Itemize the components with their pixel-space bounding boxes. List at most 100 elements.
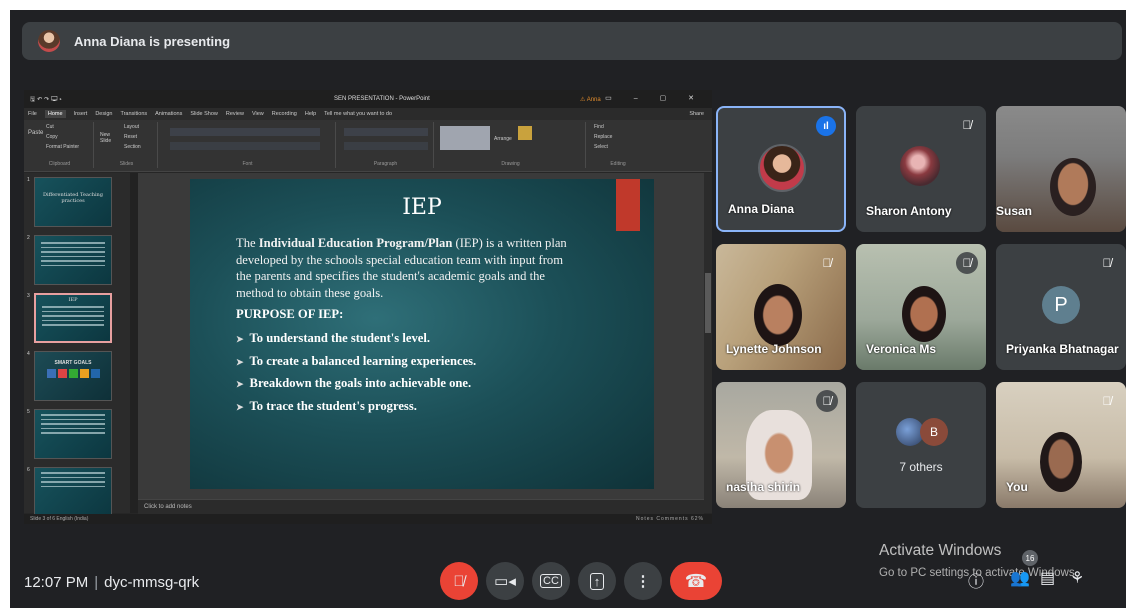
menu-transitions: Transitions [120,111,148,117]
present-button[interactable]: ↑ [578,562,616,600]
participant-tile-anna[interactable]: ıl Anna Diana [716,106,846,232]
ppt-statusbar: Slide 3 of 6 English (India) Notes Comme… [24,514,712,524]
meeting-info: 12:07 PM | dyc-mmsg-qrk [24,574,199,591]
menu-home: Home [44,110,66,118]
participant-tile-sharon[interactable]: 🎙̸ Sharon Antony [856,106,986,232]
find-button: Find [594,124,604,130]
mic-off-icon: 🎙̸ [962,118,972,132]
thumbnail-slide-6 [34,467,112,517]
participant-tile-lynette[interactable]: 🎙̸ Lynette Johnson [716,244,846,370]
reset-button: Reset [124,134,138,140]
participant-name: Lynette Johnson [726,342,822,356]
thumbnail-slide-5 [34,409,112,459]
sharon-avatar [900,146,940,186]
thumbnail-scrollbar [130,173,138,513]
menu-design: Design [95,111,113,117]
more-options-button[interactable]: ⋮ [624,562,662,600]
ribbon-paragraph: Paragraph [338,122,434,168]
presenting-text: Anna Diana is presenting [74,33,231,49]
bullet-item: ➤ Breakdown the goals into achievable one… [236,376,476,399]
mic-off-icon: 🎙̸ [956,252,978,274]
present-icon: ↑ [589,572,605,590]
mic-off-icon: 🎙̸ [822,256,832,270]
drawing-label: Drawing [501,161,520,167]
participant-tile-nasiha[interactable]: 🎙̸ nasiha shirin [716,382,846,508]
thumb-number: 2 [27,235,30,241]
captions-button[interactable]: CC [532,562,570,600]
arrow-bullet-icon: ➤ [236,334,244,344]
people-icon[interactable]: 👥 [1010,568,1030,588]
camera-toggle-button[interactable]: ▭◂ [486,562,524,600]
hang-up-icon: ☎ [684,570,708,591]
chat-icon[interactable]: ▤ [1040,568,1055,588]
arrange-button: Arrange [494,136,512,142]
thumb-text-lines [36,306,110,326]
select-button: Select [594,144,608,150]
slides-label: Slides [119,161,134,167]
participant-tile-susan[interactable]: Susan [996,106,1126,232]
menu-help: Help [304,111,317,117]
participant-tile-priyanka[interactable]: P 🎙̸ Priyanka Bhatnagar [996,244,1126,370]
body-pre: The [236,236,259,250]
ribbon-editing: Find Replace Select Editing [588,122,648,168]
mic-off-icon: 🎙̸ [1102,394,1112,408]
thumb-title: Differentiated Teaching practices [43,192,103,204]
slide-heading: PURPOSE OF IEP: [236,307,344,321]
arrow-bullet-icon: ➤ [236,356,244,367]
status-right: Notes Comments 62% [635,516,704,522]
participant-name: Susan [996,204,1033,218]
copy-button: Copy [46,134,58,140]
thumb-number: 5 [27,409,30,415]
arrow-bullet-icon: ➤ [236,379,244,389]
menu-tell-me: Tell me what you want to do [324,111,393,117]
slide-thumbnails: 1 Differentiated Teaching practices 2 3 … [24,173,130,517]
layout-button: Layout [124,124,140,130]
ppt-window-title: SEN PRESENTATION - PowerPoint [334,96,430,102]
participant-name: Veronica Ms [866,342,937,356]
slide-scrollbar [704,173,712,513]
ribbon-font: Font [160,122,336,168]
participant-tile-you[interactable]: 🎙̸ You [996,382,1126,508]
status-left: Slide 3 of 6 English (India) [30,516,89,522]
activities-icon[interactable]: ⚘ [1070,568,1084,588]
thumb-text-lines [35,414,111,434]
separator: | [94,574,99,591]
participant-tile-others[interactable]: B 7 others [856,382,986,508]
more-vert-icon: ⋮ [635,573,651,590]
bullet-text: To trace the student's progress. [249,398,417,413]
thumb-number: 3 [27,293,30,299]
thumb-number: 6 [27,467,30,473]
thumbnail-slide-1: Differentiated Teaching practices [34,177,112,227]
activate-windows-title: Activate Windows [879,542,1002,559]
cut-button: Cut [46,124,54,130]
bullet-item: ➤ To create a balanced learning experienc… [236,354,476,377]
font-controls [170,128,320,136]
info-icon[interactable]: ⓘ [968,568,984,592]
quick-access-toolbar: 🖫↶↷🖵▸ [30,97,64,103]
current-slide: IEP The Individual Education Program/Pla… [190,179,654,489]
font-label: Font [242,161,253,167]
shared-screen: 🖫↶↷🖵▸ SEN PRESENTATION - PowerPoint ⚠ An… [24,90,712,524]
self-face [1040,432,1082,492]
thumbnail-slide-4: SMART GOALS [34,351,112,401]
bullet-text: Breakdown the goals into achievable one. [249,376,472,390]
body-bold: Individual Education Program/Plan [258,236,453,250]
participant-name: Priyanka Bhatnagar [1006,342,1119,356]
section-button: Section [124,144,141,150]
slide-bullets: ➤ To understand the student's level. ➤ To … [236,331,476,421]
editing-label: Editing [610,161,626,167]
mic-toggle-button[interactable]: 🎙̸ [440,562,478,600]
presenter-avatar [38,30,60,52]
bullet-text: To understand the student's level. [249,331,430,345]
menu-share: Share [689,111,704,117]
mic-off-icon: 🎙̸ [1102,256,1112,270]
slide-canvas: IEP The Individual Education Program/Pla… [138,173,704,499]
leave-call-button[interactable]: ☎ [670,562,722,600]
ppt-titlebar: 🖫↶↷🖵▸ SEN PRESENTATION - PowerPoint ⚠ An… [24,90,712,108]
participant-tile-veronica[interactable]: 🎙̸ Veronica Ms [856,244,986,370]
thumb-text-lines [35,472,111,487]
meet-stage: Anna Diana is presenting 🖫↶↷🖵▸ SEN PRESE… [10,10,1126,608]
scroll-knob [705,273,711,333]
menu-view: View [251,111,264,117]
paste-button: Paste [28,130,44,136]
